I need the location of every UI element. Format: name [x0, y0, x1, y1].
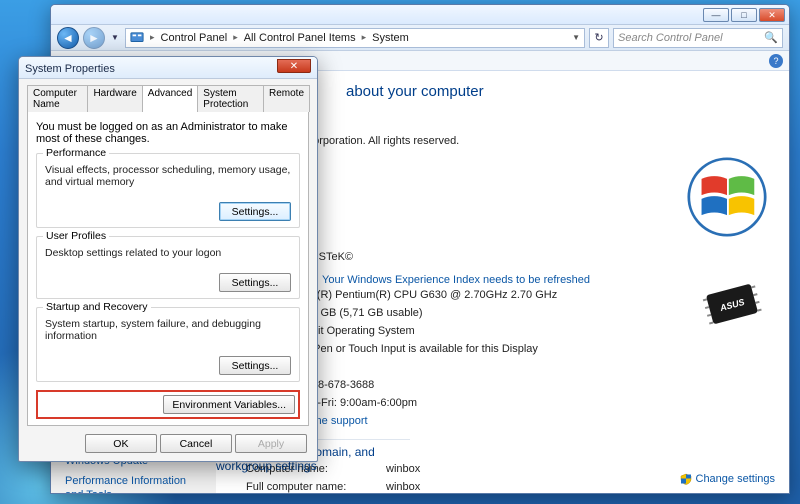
tab-system-protection[interactable]: System Protection: [197, 85, 264, 112]
shield-icon: [680, 473, 692, 485]
back-button[interactable]: ◄: [57, 27, 79, 49]
pen-touch-value: No Pen or Touch Input is available for t…: [296, 343, 538, 361]
full-name-label: Full computer name:: [246, 481, 386, 493]
change-settings-link[interactable]: Change settings: [680, 473, 776, 485]
wei-rating[interactable]: 4,2 Your Windows Experience Index needs …: [296, 271, 590, 289]
breadcrumb-item[interactable]: System: [372, 32, 409, 44]
minimize-button[interactable]: —: [703, 8, 729, 22]
copyright-text: ft Corporation. All rights reserved.: [296, 135, 459, 147]
dialog-actions: OK Cancel Apply: [27, 426, 309, 453]
refresh-button[interactable]: ↻: [589, 28, 609, 48]
performance-group: Performance Visual effects, processor sc…: [36, 153, 300, 228]
performance-title: Performance: [43, 147, 109, 159]
address-bar[interactable]: ▸ Control Panel ▸ All Control Panel Item…: [125, 28, 585, 48]
performance-desc: Visual effects, processor scheduling, me…: [45, 164, 291, 188]
breadcrumb-item[interactable]: Control Panel: [161, 32, 228, 44]
tab-advanced[interactable]: Advanced: [142, 85, 198, 112]
startup-recovery-settings-button[interactable]: Settings...: [219, 356, 291, 375]
control-panel-icon: [130, 31, 144, 45]
user-profiles-settings-button[interactable]: Settings...: [219, 273, 291, 292]
full-name-value: winbox: [386, 481, 420, 493]
performance-settings-button[interactable]: Settings...: [219, 202, 291, 221]
sidebar-link-performance[interactable]: Performance Information and Tools: [51, 471, 216, 493]
maximize-button[interactable]: □: [731, 8, 757, 22]
tab-computer-name[interactable]: Computer Name: [27, 85, 88, 112]
startup-recovery-title: Startup and Recovery: [43, 301, 151, 313]
user-profiles-title: User Profiles: [43, 230, 109, 242]
help-icon[interactable]: ?: [769, 54, 783, 68]
user-profiles-group: User Profiles Desktop settings related t…: [36, 236, 300, 299]
window-titlebar[interactable]: — □ ✕: [51, 5, 789, 25]
dialog-title: System Properties: [25, 61, 277, 75]
tab-strip: Computer Name Hardware Advanced System P…: [27, 85, 309, 112]
admin-note: You must be logged on as an Administrato…: [36, 121, 300, 145]
startup-recovery-desc: System startup, system failure, and debu…: [45, 318, 291, 342]
advanced-panel: You must be logged on as an Administrato…: [27, 111, 309, 426]
wei-link[interactable]: Your Windows Experience Index needs to b…: [322, 274, 590, 286]
windows-logo-icon: [687, 157, 767, 237]
address-dropdown-icon[interactable]: ▼: [572, 33, 580, 42]
close-button[interactable]: ✕: [759, 8, 785, 22]
env-vars-highlight: Environment Variables...: [36, 390, 300, 419]
tab-remote[interactable]: Remote: [263, 85, 310, 112]
tab-hardware[interactable]: Hardware: [87, 85, 142, 112]
cancel-button[interactable]: Cancel: [160, 434, 232, 453]
dialog-close-button[interactable]: ✕: [277, 59, 311, 73]
breadcrumb-sep: ▸: [150, 32, 155, 43]
processor-value: Intel(R) Pentium(R) CPU G630 @ 2.70GHz 2…: [296, 289, 557, 307]
search-icon: 🔍: [764, 31, 778, 44]
system-info: 4,2 Your Windows Experience Index needs …: [296, 271, 590, 361]
startup-recovery-group: Startup and Recovery System startup, sys…: [36, 307, 300, 382]
asus-chip-icon: ASUS: [697, 275, 767, 333]
dialog-titlebar[interactable]: System Properties ✕: [19, 57, 317, 79]
breadcrumb-item[interactable]: All Control Panel Items: [244, 32, 356, 44]
apply-button[interactable]: Apply: [235, 434, 307, 453]
search-input[interactable]: Search Control Panel 🔍: [613, 28, 783, 48]
ok-button[interactable]: OK: [85, 434, 157, 453]
nav-history-dropdown[interactable]: ▼: [109, 27, 121, 49]
search-placeholder: Search Control Panel: [618, 32, 723, 44]
user-profiles-desc: Desktop settings related to your logon: [45, 247, 291, 259]
page-heading: about your computer: [346, 83, 484, 100]
nav-bar: ◄ ► ▼ ▸ Control Panel ▸ All Control Pane…: [51, 25, 789, 51]
system-properties-dialog: System Properties ✕ Computer Name Hardwa…: [18, 56, 318, 462]
forward-button[interactable]: ►: [83, 27, 105, 49]
environment-variables-button[interactable]: Environment Variables...: [163, 395, 295, 414]
